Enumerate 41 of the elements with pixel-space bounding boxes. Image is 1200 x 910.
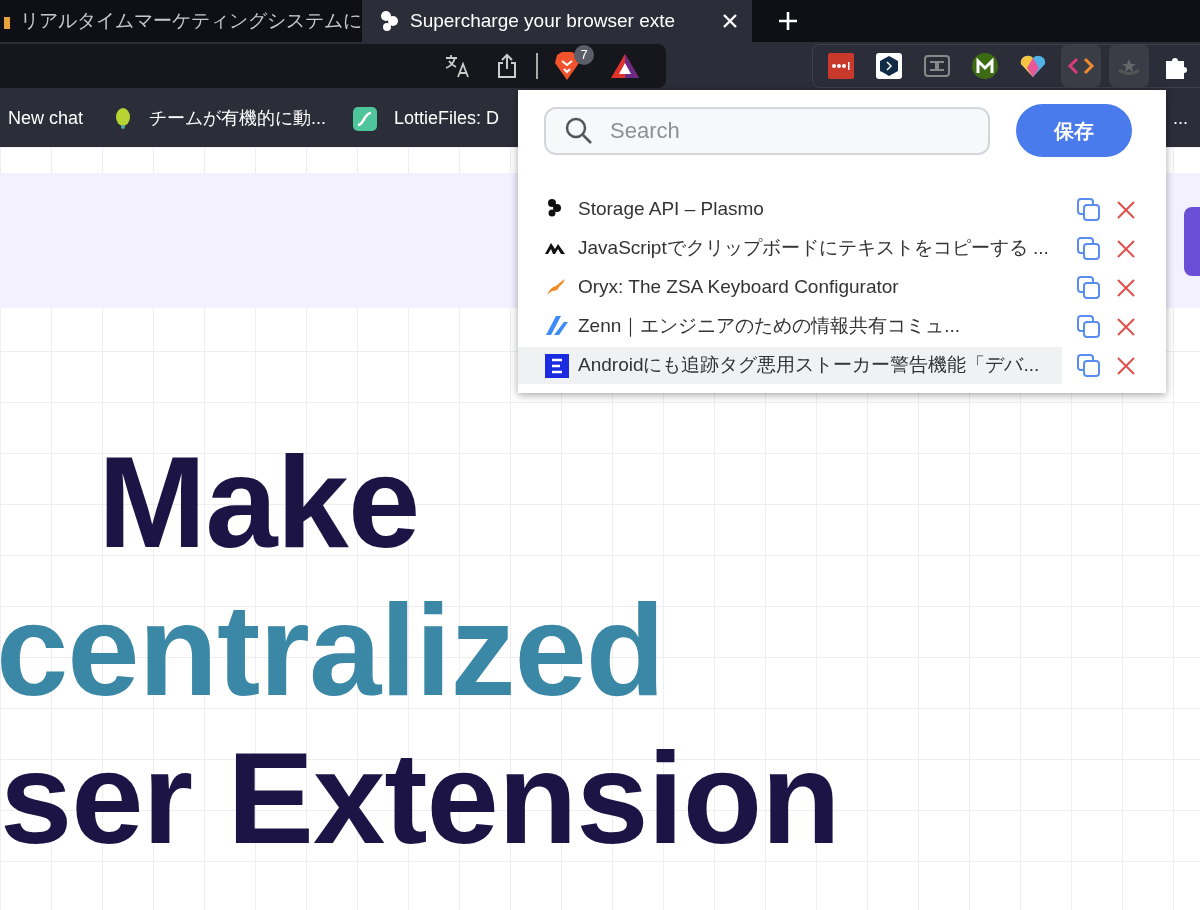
delete-icon[interactable] xyxy=(1116,277,1136,298)
side-tab[interactable] xyxy=(1184,207,1200,276)
new-tab-icon[interactable] xyxy=(778,11,798,31)
share-icon[interactable] xyxy=(496,53,518,79)
search-field[interactable]: Search xyxy=(544,106,990,155)
bookmark[interactable]: ... xyxy=(1173,105,1188,132)
saved-link[interactable]: Androidにも追跡タグ悪用ストーカー警告機能「デバ... xyxy=(518,347,1062,384)
copy-icon[interactable] xyxy=(1076,235,1102,262)
site-favicon-icon xyxy=(544,352,570,379)
delete-icon[interactable] xyxy=(1116,316,1136,337)
bookmark[interactable]: New chat xyxy=(8,105,84,132)
chat-bubble-icon[interactable] xyxy=(874,51,904,81)
count-badge: 7 xyxy=(574,45,594,65)
headline-text: centralized xyxy=(0,576,666,724)
browser-tab[interactable]: Supercharge your browser exte xyxy=(362,0,752,42)
delete-icon[interactable] xyxy=(1116,355,1136,376)
copy-icon[interactable] xyxy=(1076,352,1102,379)
save-button[interactable]: 保存 xyxy=(1016,104,1132,157)
delete-icon[interactable] xyxy=(1116,199,1136,220)
tab-title: リアルタイムマーケティングシステムに xyxy=(20,8,362,33)
copy-icon[interactable] xyxy=(1076,313,1102,340)
bookmark[interactable]: チームが有機的に動... xyxy=(113,105,327,132)
saved-link[interactable]: Oryx: The ZSA Keyboard Configurator xyxy=(518,269,1062,306)
copy-icon[interactable] xyxy=(1076,274,1102,301)
search-icon xyxy=(564,115,594,146)
triangle-icon[interactable] xyxy=(610,53,640,79)
browser-tab[interactable]: リアルタイムマーケティングシステムに xyxy=(0,0,362,42)
curve-icon xyxy=(352,105,379,132)
saved-link[interactable]: Storage API – Plasmo xyxy=(518,191,1062,228)
copy-icon[interactable] xyxy=(1076,196,1102,223)
letter-m-icon[interactable] xyxy=(970,51,1000,81)
delete-icon[interactable] xyxy=(1116,238,1136,259)
translate-icon[interactable] xyxy=(444,53,470,79)
headline-text: ser Extension xyxy=(0,724,841,872)
bookmark[interactable]: LottieFiles: D xyxy=(352,105,500,132)
headline-text: Make xyxy=(97,428,421,576)
saved-link[interactable]: Zenn｜エンジニアのための情報共有コミュ... xyxy=(518,308,1062,345)
close-icon[interactable] xyxy=(722,13,738,29)
saved-link[interactable]: JavaScriptでクリップボードにテキストをコピーする ... xyxy=(518,230,1062,267)
tab-title: Supercharge your browser exte xyxy=(410,8,677,33)
password-icon[interactable] xyxy=(826,51,856,81)
